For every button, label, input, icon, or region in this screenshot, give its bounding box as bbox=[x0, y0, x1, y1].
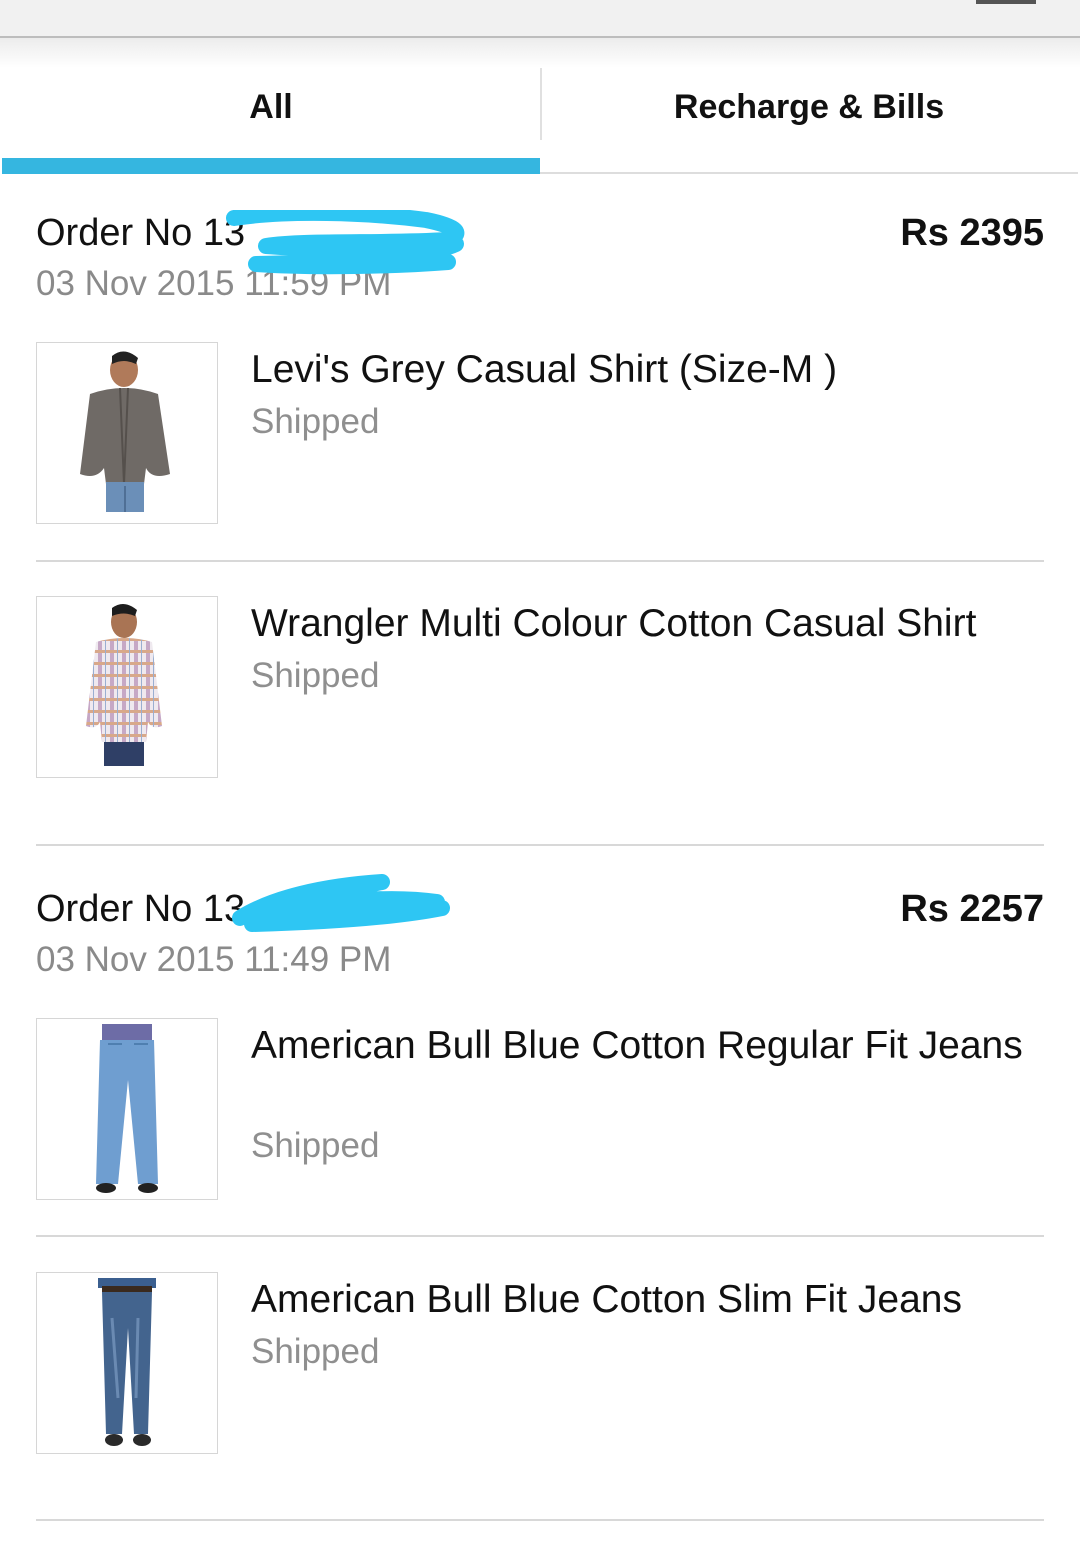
order-header: Order No 13 Rs 2395 03 Nov 2015 11:59 PM bbox=[36, 210, 1044, 303]
item-divider bbox=[36, 1235, 1044, 1237]
order-divider bbox=[36, 1519, 1044, 1521]
item-divider bbox=[36, 560, 1044, 562]
item-status: Shipped bbox=[251, 1126, 380, 1165]
redaction-scribble bbox=[232, 874, 450, 932]
tab-bar: All Recharge & Bills bbox=[2, 68, 1078, 174]
app-bar bbox=[0, 0, 1080, 38]
tab-recharge-bills[interactable]: Recharge & Bills bbox=[540, 68, 1078, 172]
tab-all[interactable]: All bbox=[2, 68, 540, 174]
order-card[interactable]: Order No 13 Rs 2395 03 Nov 2015 11:59 PM… bbox=[36, 210, 1044, 778]
order-divider bbox=[36, 844, 1044, 846]
item-status: Shipped bbox=[251, 1332, 380, 1371]
item-status: Shipped bbox=[251, 656, 380, 695]
redaction-scribble bbox=[226, 210, 465, 275]
slim-fit-jeans-photo bbox=[36, 1272, 218, 1454]
app-bar-shadow bbox=[0, 38, 1080, 68]
order-card[interactable]: Order No 13 Rs 2257 03 Nov 2015 11:49 PM… bbox=[36, 874, 1044, 1454]
checked-shirt-model-photo bbox=[36, 596, 218, 778]
order-amount: Rs 2257 bbox=[900, 888, 1044, 930]
item-status: Shipped bbox=[251, 402, 380, 441]
overflow-menu-icon[interactable] bbox=[976, 0, 1036, 4]
order-date: 03 Nov 2015 11:49 PM bbox=[36, 940, 392, 979]
item-title: Wrangler Multi Colour Cotton Casual Shir… bbox=[251, 602, 977, 645]
order-amount: Rs 2395 bbox=[900, 212, 1044, 254]
tab-all-label: All bbox=[249, 87, 293, 126]
item-title: American Bull Blue Cotton Slim Fit Jeans bbox=[251, 1278, 962, 1321]
order-header: Order No 13 Rs 2257 03 Nov 2015 11:49 PM bbox=[36, 874, 1044, 979]
order-number: Order No 13 bbox=[36, 212, 246, 254]
grey-shirt-model-photo bbox=[36, 342, 218, 524]
tab-recharge-bills-label: Recharge & Bills bbox=[673, 87, 945, 126]
tab-divider bbox=[540, 68, 542, 140]
order-number: Order No 13 bbox=[36, 888, 246, 930]
regular-fit-jeans-photo bbox=[36, 1018, 218, 1200]
item-title: American Bull Blue Cotton Regular Fit Je… bbox=[251, 1024, 1023, 1067]
item-title: Levi's Grey Casual Shirt (Size-M ) bbox=[251, 348, 838, 391]
